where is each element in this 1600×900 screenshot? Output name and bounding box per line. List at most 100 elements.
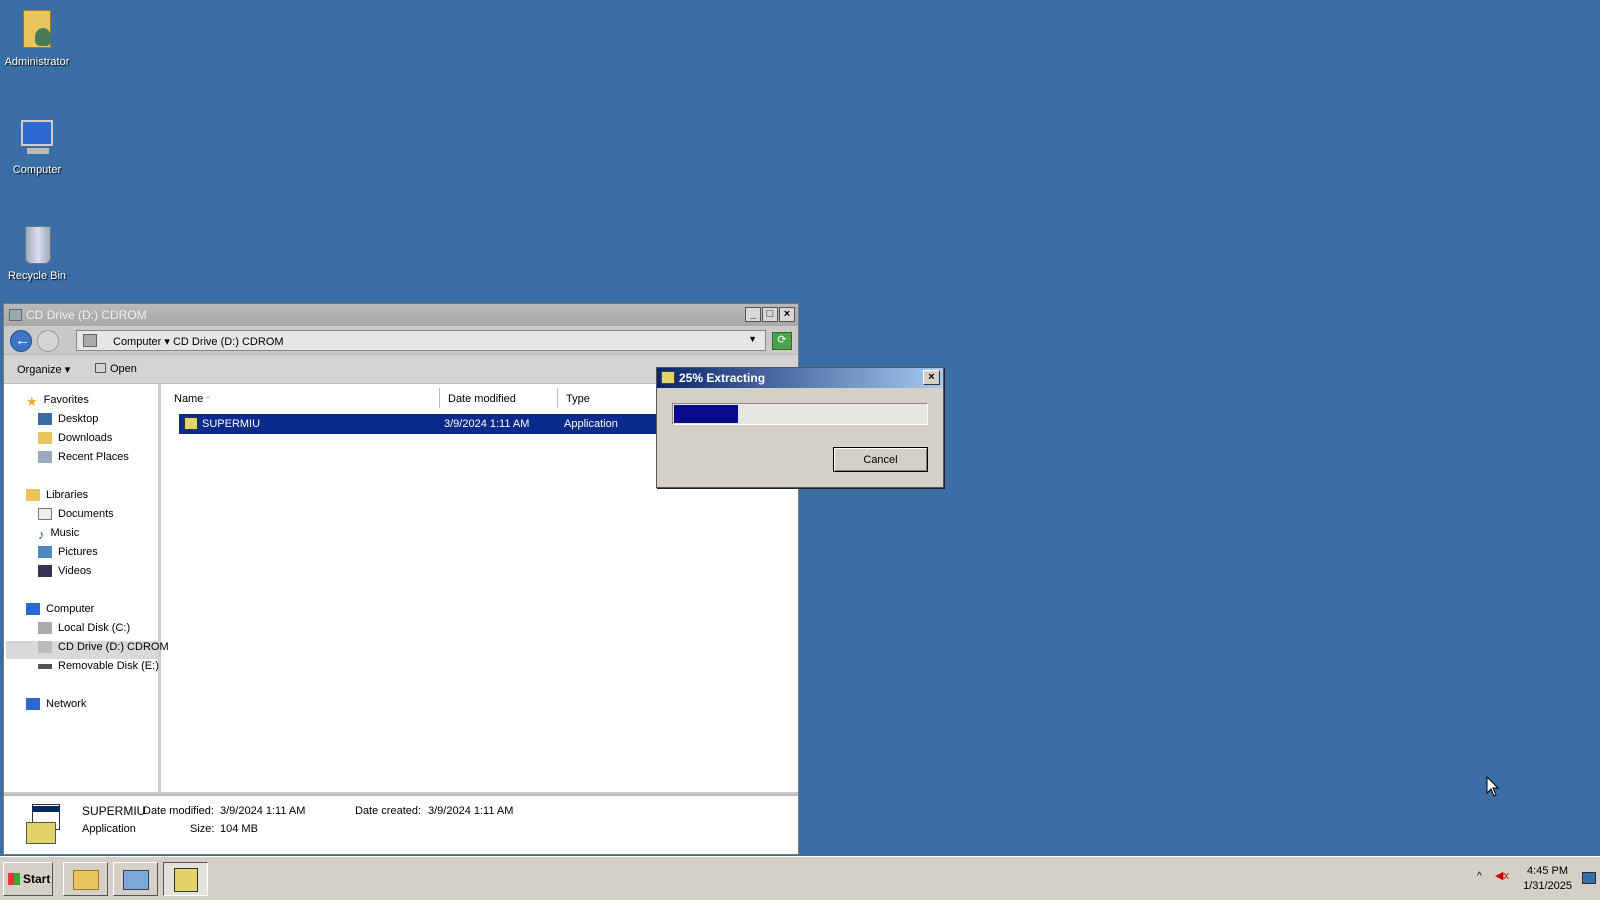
navigation-pane: ★ Favorites Desktop Downloads Recent Plac… [6,384,169,792]
open-icon [95,363,106,373]
column-label: Type [566,393,590,405]
nav-favorites[interactable]: ★ Favorites [26,394,89,412]
close-button[interactable]: × [923,370,940,385]
dialog-titlebar[interactable]: 25% Extracting × [657,368,943,388]
minimize-button[interactable]: _ [745,307,761,322]
close-button[interactable]: × [779,307,795,322]
nav-computer[interactable]: Computer [26,603,94,621]
nav-label: Favorites [43,394,89,406]
address-bar-area: Computer ▾ CD Drive (D:) CDROM ▼ ⟳ [4,326,798,354]
installer-icon [661,371,675,384]
column-header-name[interactable]: Name ^ [166,388,440,408]
clock[interactable]: 4:45 PM 1/31/2025 [1523,864,1572,894]
cancel-button[interactable]: Cancel [833,447,928,472]
nav-cd-drive[interactable]: CD Drive (D:) CDROM [6,641,169,659]
system-tray: ^ ◀x 4:45 PM 1/31/2025 [1465,861,1600,897]
pictures-icon [38,546,52,559]
installer-icon [24,802,68,846]
column-header-date-modified[interactable]: Date modified [440,388,558,408]
taskbar-explorer[interactable] [63,862,108,896]
show-desktop-icon[interactable] [1582,872,1596,884]
start-button[interactable]: Start [3,862,53,896]
sort-arrow-icon: ^ [206,395,211,404]
forward-button[interactable] [37,330,59,352]
nav-libraries[interactable]: Libraries [26,489,88,507]
chevron-down-icon[interactable]: ▼ [748,334,757,344]
maximize-button[interactable]: □ [762,307,778,322]
window-titlebar[interactable]: CD Drive (D:) CDROM _ □ × [4,304,798,326]
window-title: CD Drive (D:) CDROM [26,308,147,322]
star-icon: ★ [26,394,38,410]
mouse-cursor-icon [1486,776,1500,797]
file-name: SUPERMIU [202,418,261,430]
organize-button[interactable]: Organize ▾ [17,363,70,376]
address-box[interactable]: Computer ▾ CD Drive (D:) CDROM ▼ [76,330,766,351]
clock-time: 4:45 PM [1527,865,1569,877]
desktop-icon-label: Recycle Bin [7,270,67,282]
breadcrumb-computer[interactable]: Computer [113,336,161,348]
nav-label: Desktop [58,413,99,425]
libraries-icon [26,489,40,502]
user-folder-icon [15,8,59,54]
desktop-icon-computer[interactable]: Computer [4,116,70,176]
nav-label: Network [46,698,87,710]
cd-drive-icon [83,334,97,347]
nav-pictures[interactable]: Pictures [38,546,98,564]
nav-documents[interactable]: Documents [38,508,114,526]
open-label: Open [110,363,137,375]
taskbar: Start ^ ◀x 4:45 PM 1/31/2025 [0,856,1600,900]
open-button[interactable]: Open [95,363,137,375]
nav-music[interactable]: ♪ Music [38,527,79,545]
nav-label: CD Drive (D:) CDROM [58,641,169,653]
progress-bar [672,403,928,425]
volume-muted-icon[interactable]: ◀x [1495,869,1511,883]
nav-label: Documents [58,508,114,520]
windows-logo-icon [8,873,20,885]
start-label: Start [23,872,51,886]
nav-label: Removable Disk (E:) [58,660,159,672]
nav-label: Local Disk (C:) [58,622,131,634]
recent-places-icon [38,451,52,464]
installer-icon [184,417,198,430]
breadcrumb-cd-drive[interactable]: CD Drive (D:) CDROM [173,336,284,348]
detail-label: Date modified: [143,805,214,817]
detail-label: Date created: [355,805,422,817]
table-row[interactable]: SUPERMIU 3/9/2024 1:11 AM Application [179,414,659,434]
desktop-icon-administrator[interactable]: Administrator [4,8,70,68]
back-button[interactable] [10,330,32,352]
nav-recent-places[interactable]: Recent Places [38,451,129,469]
nav-network[interactable]: Network [26,698,86,716]
nav-downloads[interactable]: Downloads [38,432,112,450]
column-header-type[interactable]: Type [558,388,658,408]
nav-label: Pictures [58,546,98,558]
nav-videos[interactable]: Videos [38,565,91,583]
documents-icon [38,508,52,521]
detail-value: 3/9/2024 1:11 AM [220,805,306,817]
column-label: Date modified [448,393,516,405]
desktop-icon-recycle-bin[interactable]: Recycle Bin [4,222,70,282]
detail-label: Size: [190,823,215,835]
downloads-icon [38,432,52,445]
videos-icon [38,565,52,578]
taskbar-server-manager[interactable] [113,862,158,896]
nav-local-disk[interactable]: Local Disk (C:) [38,622,130,640]
details-pane: SUPERMIU Date modified: 3/9/2024 1:11 AM… [4,794,798,854]
dialog-title: 25% Extracting [679,371,766,385]
chevron-down-icon[interactable]: ▾ [164,336,173,348]
nav-removable-disk[interactable]: Removable Disk (E:) [38,660,159,678]
taskbar-installer[interactable] [163,862,208,896]
computer-icon [26,603,40,616]
server-manager-icon [123,870,149,890]
cd-drive-icon [38,641,52,654]
progress-fill [674,405,738,423]
clock-date: 1/31/2025 [1523,880,1572,892]
show-hidden-icons-icon[interactable]: ^ [1477,871,1482,882]
music-icon: ♪ [38,527,45,543]
nav-desktop[interactable]: Desktop [38,413,98,431]
desktop-icon-label: Administrator [4,56,70,68]
detail-value: 3/9/2024 1:11 AM [428,805,514,817]
refresh-icon[interactable]: ⟳ [772,332,792,350]
nav-label: Recent Places [58,451,129,463]
desktop-icon-label: Computer [12,164,62,176]
file-date: 3/9/2024 1:11 AM [444,418,530,430]
